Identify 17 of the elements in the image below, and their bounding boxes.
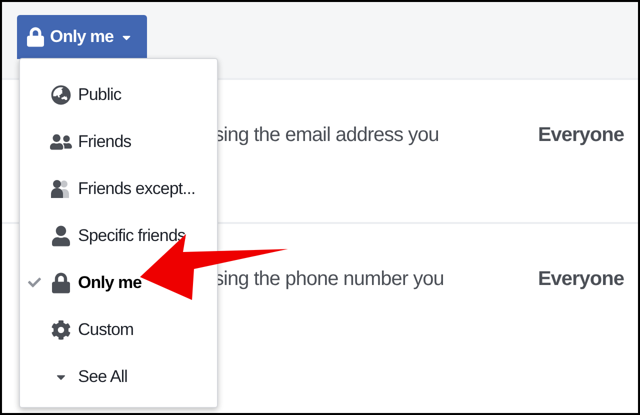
menu-item[interactable]: Custom	[20, 306, 217, 353]
menu-item[interactable]: See All	[20, 353, 217, 400]
menu-item[interactable]: Friends except...	[20, 165, 217, 212]
menu-item[interactable]: Public	[20, 71, 217, 118]
privacy-dropdown-button[interactable]: Only me	[17, 15, 147, 59]
menu-item[interactable]: Only me	[20, 259, 217, 306]
people-icon	[50, 178, 72, 198]
lock-icon	[52, 272, 70, 294]
people-icon	[50, 132, 72, 152]
check-icon	[28, 276, 40, 289]
lock-icon	[27, 25, 44, 49]
audience-label: Everyone	[538, 123, 624, 148]
person-icon	[52, 224, 70, 246]
globe-icon	[51, 84, 71, 104]
menu-item[interactable]: Friends	[20, 118, 217, 165]
gear-icon	[51, 320, 71, 340]
audience-label: Everyone	[538, 267, 624, 292]
